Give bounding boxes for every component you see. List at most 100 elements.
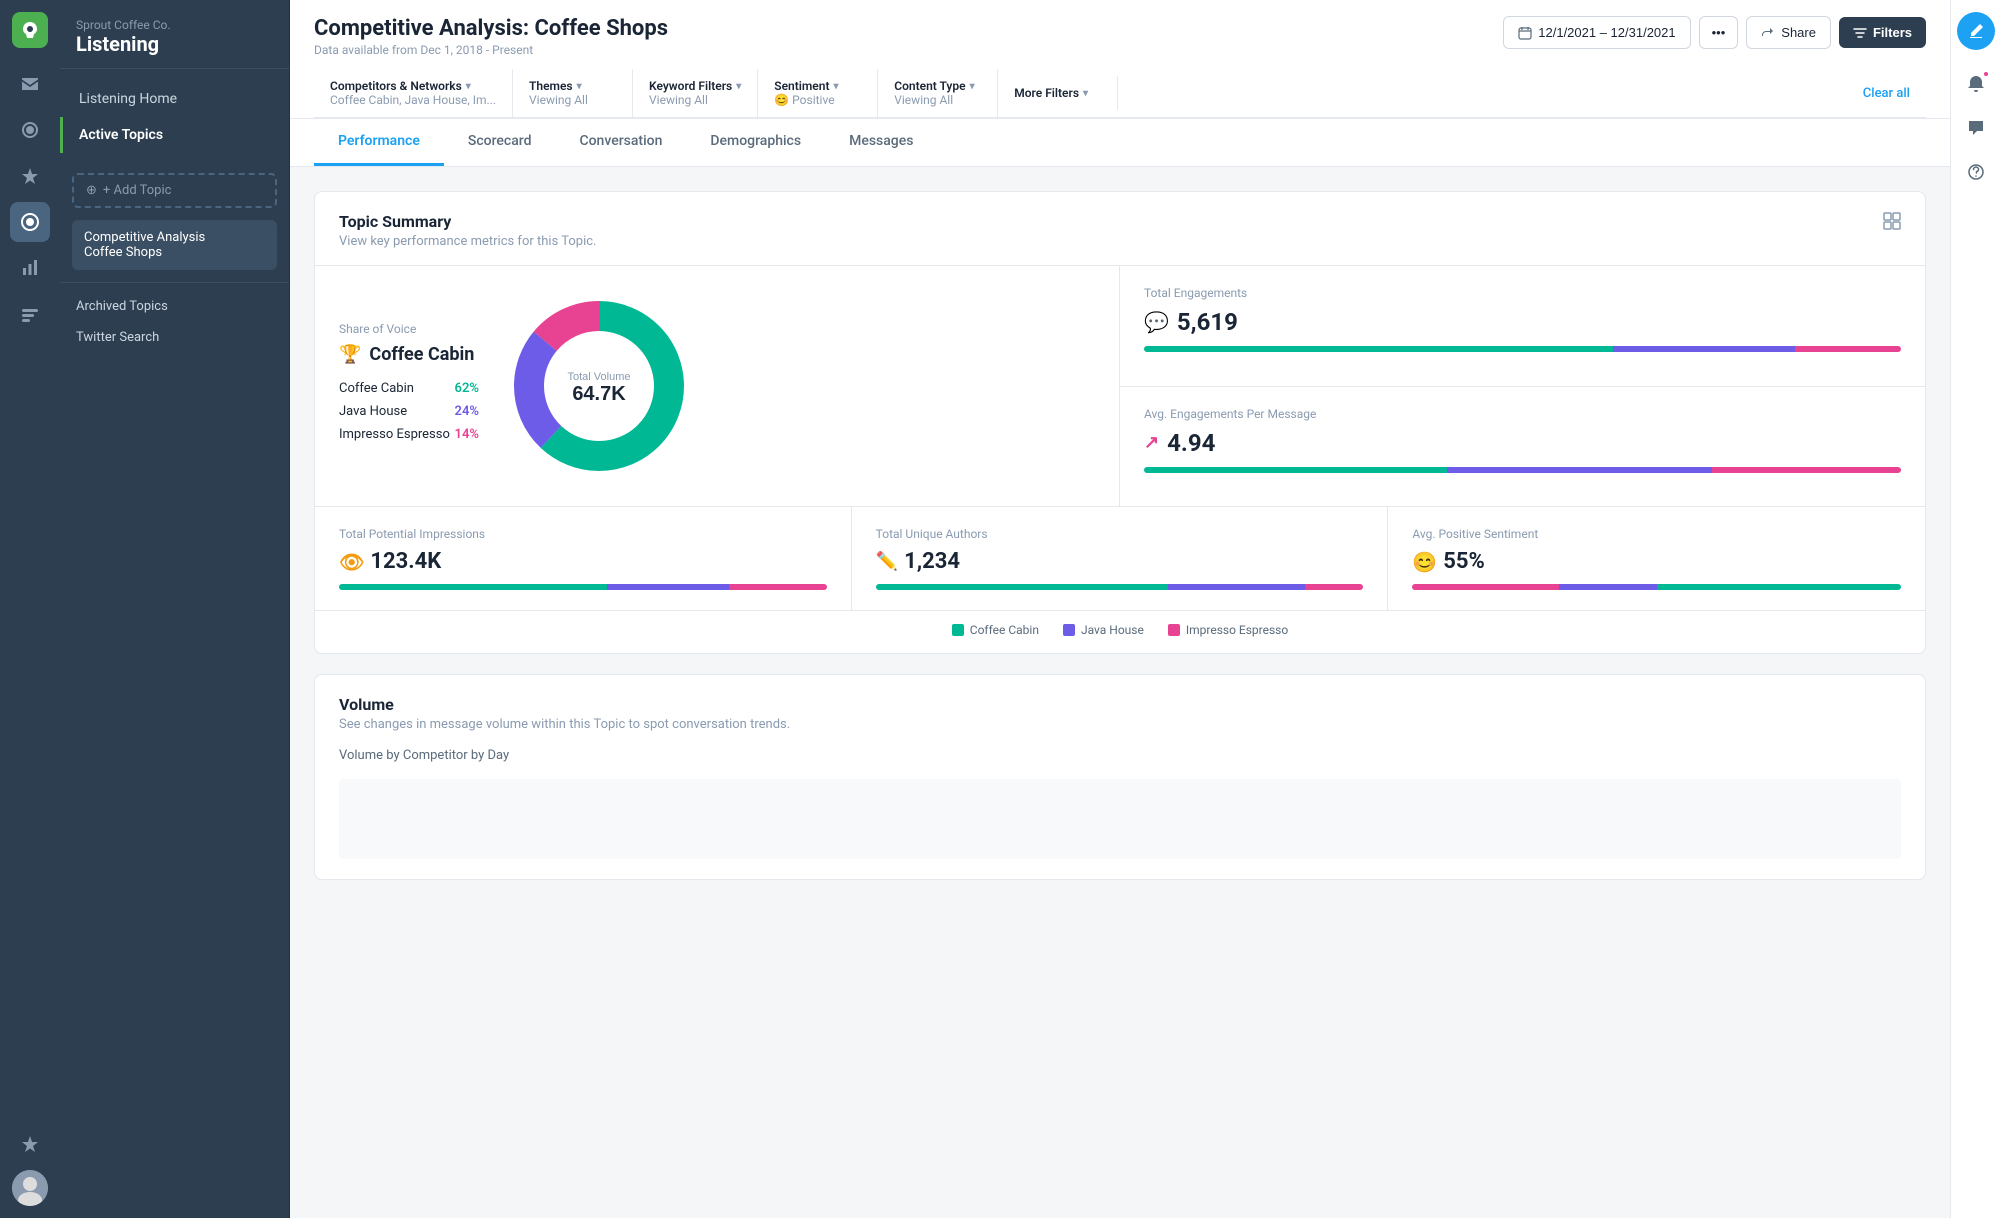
authors-stat: Total Unique Authors ✏️ 1,234 [852,507,1389,610]
share-icon [1761,26,1775,40]
sov-row-java-house: Java House 24% [339,404,479,419]
chevron-down-icon: ▾ [466,81,471,92]
user-avatar[interactable] [12,1170,48,1206]
header-actions: 12/1/2021 – 12/31/2021 ••• Share Filters [1503,16,1926,49]
sov-label: Share of Voice [339,322,479,336]
chevron-down-icon: ▾ [834,81,839,92]
svg-text:64.7K: 64.7K [572,383,626,405]
legend-java-house: Java House [1063,623,1144,637]
automation-icon[interactable] [10,294,50,334]
add-topic-button[interactable]: ⊕ + Add Topic [72,173,277,208]
chart-legend: Coffee Cabin Java House Impresso Espress… [315,610,1925,653]
speech-button[interactable] [1958,110,1994,146]
filter-content-type[interactable]: Content Type ▾ Viewing All [878,69,998,117]
legend-impresso: Impresso Espresso [1168,623,1288,637]
sov-section: Share of Voice 🏆 Coffee Cabin Coffee Cab… [315,266,1120,506]
themes-value: Viewing All [529,93,616,107]
tab-demographics[interactable]: Demographics [686,119,825,166]
bottom-stats: Total Potential Impressions 👁 123.4K Tot… [315,506,1925,610]
keyword-value: Viewing All [649,93,741,107]
inbox-icon[interactable] [10,64,50,104]
reports-icon[interactable] [10,248,50,288]
sidebar-item-twitter-search[interactable]: Twitter Search [60,322,289,353]
competitors-value: Coffee Cabin, Java House, Im... [330,93,496,107]
notification-badge [1982,70,1990,78]
date-range-button[interactable]: 12/1/2021 – 12/31/2021 [1503,16,1690,49]
engagements-value: 5,619 [1177,308,1238,336]
chevron-down-icon: ▾ [970,81,975,92]
legend-dot-java-house [1063,624,1075,636]
java-house-pct: 24% [455,404,479,419]
summary-main-grid: Share of Voice 🏆 Coffee Cabin Coffee Cab… [315,265,1925,506]
notifications-button[interactable] [1958,66,1994,102]
authors-value: 1,234 [904,549,960,574]
legend-coffee-cabin: Coffee Cabin [952,623,1039,637]
more-button[interactable]: ••• [1699,16,1739,49]
page-subtitle: Data available from Dec 1, 2018 - Presen… [314,43,668,57]
sentiment-emoji-icon: 😊 [1412,550,1437,574]
engagements-bar [1144,346,1901,352]
sov-row-impresso: Impresso Espresso 14% [339,427,479,442]
sov-winner: 🏆 Coffee Cabin [339,344,479,365]
table-view-icon[interactable] [1883,212,1901,234]
filter-sentiment[interactable]: Sentiment ▾ 😊 Positive [758,69,878,117]
filter-bar: Competitors & Networks ▾ Coffee Cabin, J… [314,69,1926,118]
icon-bar [0,0,60,1218]
sentiment-bar [1412,584,1901,590]
star-icon[interactable] [10,1124,50,1164]
listen-icon[interactable] [10,202,50,242]
share-label: Share [1781,25,1816,40]
eye-icon: 👁 [339,550,364,574]
sidebar-item-archived-topics[interactable]: Archived Topics [60,291,289,322]
pin-icon[interactable] [10,156,50,196]
header-title-area: Competitive Analysis: Coffee Shops Data … [314,16,668,57]
filters-icon [1853,26,1867,40]
tab-scorecard[interactable]: Scorecard [444,119,556,166]
topic-item-competitive-analysis[interactable]: Competitive AnalysisCoffee Shops [72,220,277,270]
total-engagements-metric: Total Engagements 💬 5,619 [1120,266,1925,387]
filter-keyword[interactable]: Keyword Filters ▾ Viewing All [633,69,758,117]
filter-more[interactable]: More Filters ▾ [998,76,1118,110]
impresso-pct: 14% [455,427,479,442]
filter-competitors[interactable]: Competitors & Networks ▾ Coffee Cabin, J… [314,69,513,117]
sidebar-nav: Listening Home Active Topics [60,69,289,165]
tab-conversation[interactable]: Conversation [555,119,686,166]
sentiment-value: 😊 Positive [774,93,861,107]
tab-performance[interactable]: Performance [314,119,444,166]
sidebar: Sprout Coffee Co. Listening Listening Ho… [60,0,290,1218]
topic-summary-card: Topic Summary View key performance metri… [314,191,1926,654]
share-button[interactable]: Share [1746,16,1831,49]
chat-bubble-icon: 💬 [1144,310,1169,334]
help-button[interactable] [1958,154,1994,190]
volume-chart-placeholder [339,779,1901,859]
chevron-down-icon: ▾ [736,81,741,92]
sidebar-item-listening-home[interactable]: Listening Home [60,81,289,117]
chevron-down-icon: ▾ [1083,88,1088,99]
content-type-value: Viewing All [894,93,981,107]
coffee-cabin-pct: 62% [455,381,479,396]
tab-bar: Performance Scorecard Conversation Demog… [290,119,1950,167]
arrow-up-icon: ↗ [1144,432,1159,453]
sentiment-stat: Avg. Positive Sentiment 😊 55% [1388,507,1925,610]
volume-card: Volume See changes in message volume wit… [314,674,1926,880]
volume-subtitle: See changes in message volume within thi… [339,717,790,732]
trophy-icon: 🏆 [339,344,361,365]
sov-data: Share of Voice 🏆 Coffee Cabin Coffee Cab… [339,322,479,450]
tab-messages[interactable]: Messages [825,119,937,166]
right-metrics: Total Engagements 💬 5,619 Avg [1120,266,1925,506]
app-logo[interactable] [12,12,48,48]
legend-dot-impresso [1168,624,1180,636]
main-header: Competitive Analysis: Coffee Shops Data … [290,0,1950,119]
filters-button[interactable]: Filters [1839,17,1926,48]
card-header: Topic Summary View key performance metri… [315,192,1925,265]
clear-all-button[interactable]: Clear all [1847,76,1926,111]
card-subtitle: View key performance metrics for this To… [339,234,597,249]
filter-themes[interactable]: Themes ▾ Viewing All [513,69,633,117]
card-title: Topic Summary [339,212,597,231]
legend-dot-coffee-cabin [952,624,964,636]
app-module-name: Listening [76,32,273,56]
company-name: Sprout Coffee Co. [76,18,273,32]
sidebar-item-active-topics[interactable]: Active Topics [60,117,289,153]
compose-button[interactable] [1957,12,1995,50]
mentions-icon[interactable] [10,110,50,150]
